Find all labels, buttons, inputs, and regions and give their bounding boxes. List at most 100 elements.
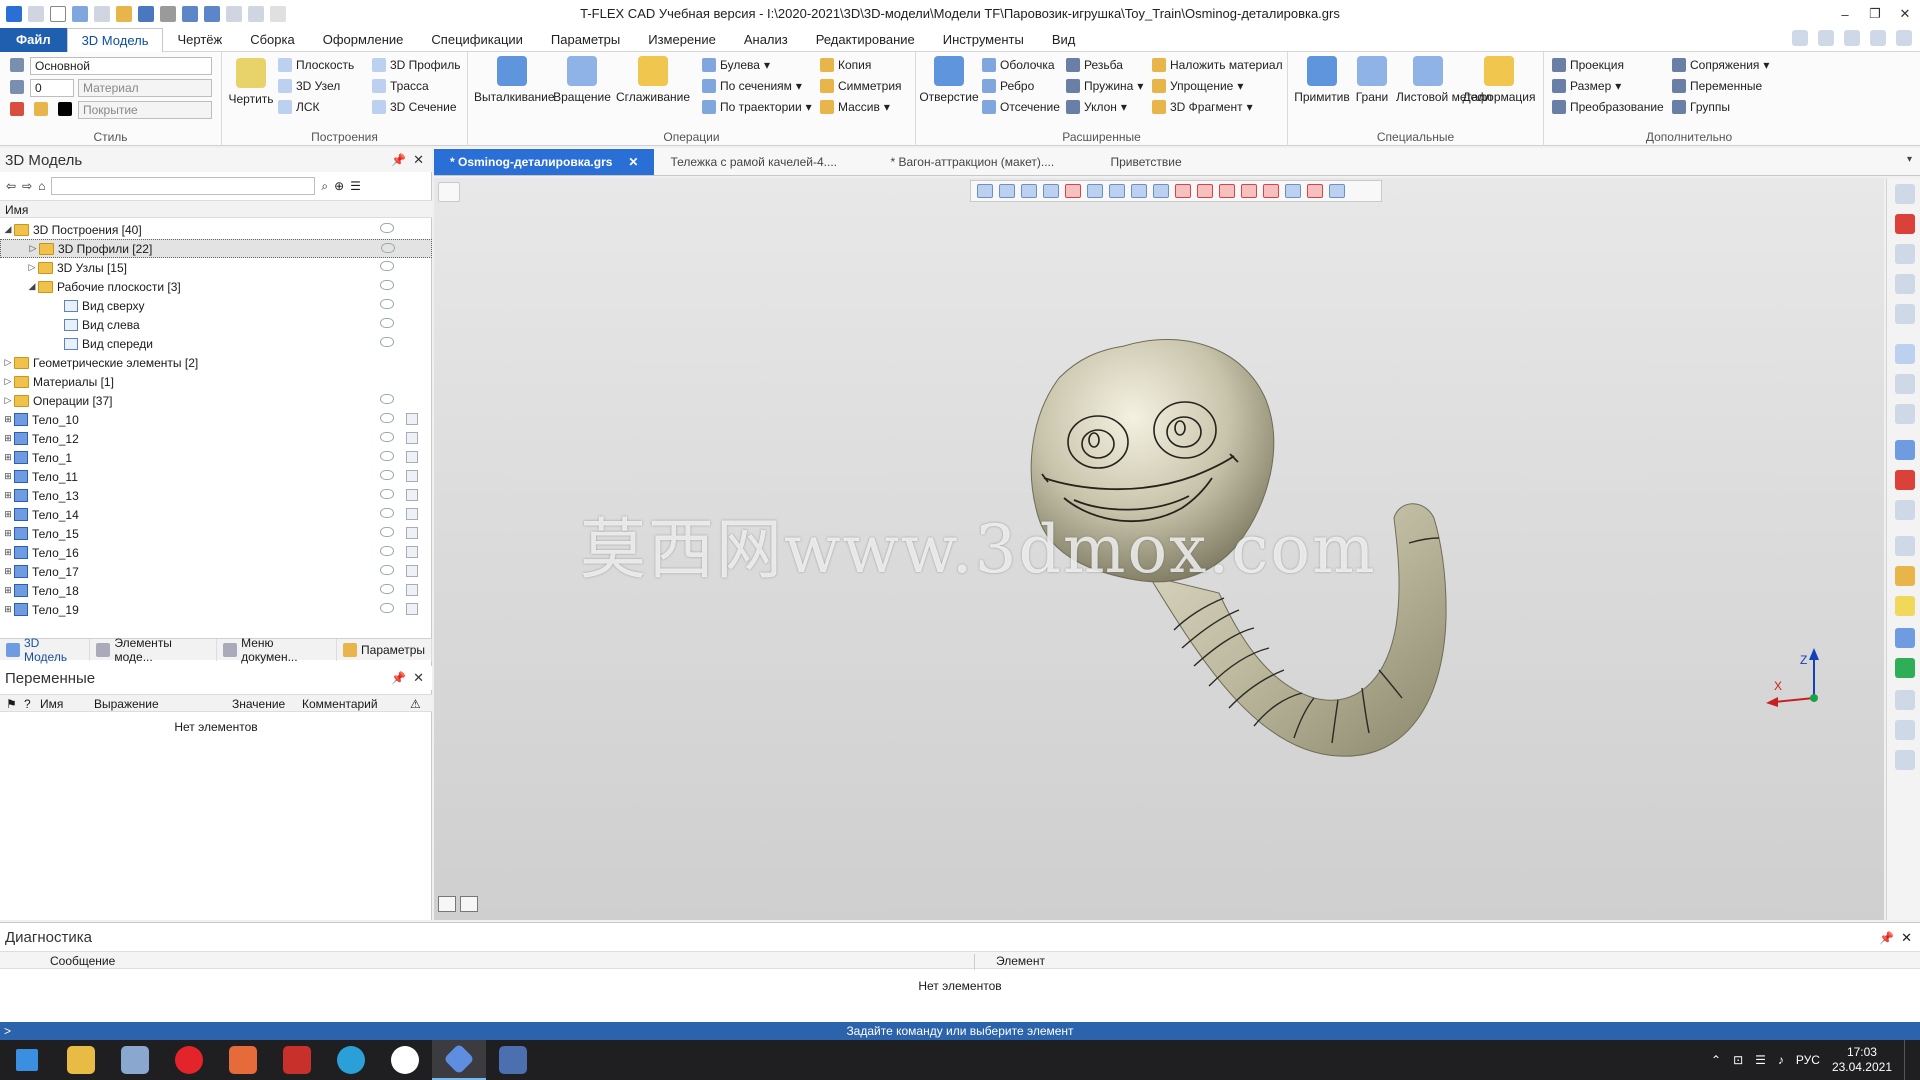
- taskbar-tflex-docs[interactable]: [486, 1040, 540, 1080]
- copy-icon[interactable]: [406, 527, 418, 539]
- visibility-eye-icon[interactable]: [380, 451, 394, 461]
- cursor-icon[interactable]: [248, 6, 264, 22]
- search-icon[interactable]: ⌕: [321, 179, 328, 194]
- visibility-eye-icon[interactable]: [380, 432, 394, 442]
- pin-icon[interactable]: 📌: [391, 671, 406, 685]
- tree-node-body[interactable]: ⊞ Тело_18: [0, 581, 432, 600]
- spring-button[interactable]: Пружина ▾: [1066, 79, 1143, 93]
- tree-node[interactable]: Вид слева: [0, 315, 432, 334]
- tree-node[interactable]: Вид спереди: [0, 334, 432, 353]
- copy-icon[interactable]: [406, 432, 418, 444]
- visibility-eye-icon[interactable]: [380, 584, 394, 594]
- tab-measure[interactable]: Измерение: [634, 28, 730, 52]
- visibility-eye-icon[interactable]: [380, 261, 394, 271]
- tree-node-body[interactable]: ⊞ Тело_15: [0, 524, 432, 543]
- stereo-view-icon[interactable]: [1895, 344, 1915, 364]
- copy-icon[interactable]: [406, 584, 418, 596]
- expand-icon[interactable]: ⊞: [2, 414, 14, 425]
- expand-icon[interactable]: ⊞: [2, 547, 14, 558]
- fillet-button[interactable]: Сглаживание: [614, 56, 692, 104]
- dimension-button[interactable]: Размер ▾: [1552, 79, 1621, 93]
- settings-gear-icon[interactable]: [1844, 30, 1860, 46]
- file-menu[interactable]: Файл: [0, 27, 67, 52]
- visibility-eye-icon[interactable]: [380, 603, 394, 613]
- tab-parameters[interactable]: Параметры: [537, 28, 634, 52]
- wifi-icon[interactable]: ☰: [1755, 1053, 1766, 1067]
- hole-button[interactable]: Отверстие: [918, 56, 980, 104]
- expand-icon[interactable]: ▷: [2, 376, 14, 387]
- tree-node-body[interactable]: ⊞ Тело_11: [0, 467, 432, 486]
- expand-icon[interactable]: ⊞: [2, 585, 14, 596]
- tabs-overflow-chevron-icon[interactable]: ▾: [1907, 154, 1912, 165]
- symmetry-button[interactable]: Симметрия: [820, 79, 902, 93]
- primitive-button[interactable]: Примитив: [1294, 56, 1350, 104]
- tab-drawing[interactable]: Чертёж: [163, 28, 236, 52]
- visibility-eye-icon[interactable]: [380, 565, 394, 575]
- close-icon[interactable]: ✕: [413, 152, 424, 168]
- close-icon[interactable]: ✕: [413, 670, 424, 686]
- zoom-fit-icon[interactable]: [1895, 304, 1915, 324]
- menu-icon[interactable]: [28, 6, 44, 22]
- check-double-icon[interactable]: [1895, 470, 1915, 490]
- simplify-button[interactable]: Упрощение ▾: [1152, 79, 1243, 93]
- tab-editing[interactable]: Редактирование: [802, 28, 929, 52]
- 3d-profile-button[interactable]: 3D Профиль: [372, 58, 460, 72]
- print-icon[interactable]: [160, 6, 176, 22]
- coating-select[interactable]: Покрытие: [78, 101, 212, 119]
- green-body-icon[interactable]: [1895, 658, 1915, 678]
- tree-node[interactable]: Вид сверху: [0, 296, 432, 315]
- volume-icon[interactable]: ♪: [1778, 1053, 1784, 1067]
- glasses-icon[interactable]: [1895, 374, 1915, 394]
- draft-button[interactable]: Уклон ▾: [1066, 100, 1127, 114]
- tab-tools[interactable]: Инструменты: [929, 28, 1038, 52]
- revolve-button[interactable]: Вращение: [552, 56, 612, 104]
- collapse-icon[interactable]: ◢: [26, 281, 38, 292]
- copy-icon[interactable]: [406, 603, 418, 615]
- customize-icon[interactable]: [270, 6, 286, 22]
- tab-annotation[interactable]: Оформление: [309, 28, 418, 52]
- cut-button[interactable]: Отсечение: [982, 100, 1060, 114]
- projection-button[interactable]: Проекция: [1552, 58, 1624, 72]
- camera-icon[interactable]: [1895, 690, 1915, 710]
- layer-select[interactable]: Основной: [30, 57, 212, 75]
- start-button[interactable]: [0, 1040, 54, 1080]
- shell-button[interactable]: Оболочка: [982, 58, 1055, 72]
- zoom-icon[interactable]: [1895, 244, 1915, 264]
- expand-icon[interactable]: ⊞: [2, 528, 14, 539]
- panel-tab-parameters[interactable]: Параметры: [337, 638, 432, 661]
- visibility-eye-icon[interactable]: [380, 318, 394, 328]
- undo-icon[interactable]: [182, 6, 198, 22]
- draw-button[interactable]: Чертить: [228, 58, 274, 106]
- sheet-metal-button[interactable]: Листовой металл: [1396, 56, 1492, 104]
- thread-button[interactable]: Резьба: [1066, 58, 1123, 72]
- close-tab-icon[interactable]: ✕: [628, 155, 638, 169]
- apply-material-button[interactable]: Наложить материал: [1152, 58, 1283, 72]
- sphere-material-icon[interactable]: [1895, 566, 1915, 586]
- visibility-eye-icon[interactable]: [380, 527, 394, 537]
- tab-3d-model[interactable]: 3D Модель: [66, 27, 164, 52]
- tree-node[interactable]: ◢ Рабочие плоскости [3]: [0, 277, 432, 296]
- tab-assembly[interactable]: Сборка: [236, 28, 309, 52]
- tab-analysis[interactable]: Анализ: [730, 28, 802, 52]
- copy-icon[interactable]: [406, 451, 418, 463]
- expand-icon[interactable]: ⊞: [2, 490, 14, 501]
- panel-tab-document-menu[interactable]: Меню докумен...: [217, 636, 338, 664]
- tree-node-body[interactable]: ⊞ Тело_1: [0, 448, 432, 467]
- target-icon[interactable]: ⊕: [334, 179, 344, 193]
- copy-icon[interactable]: [406, 470, 418, 482]
- wireframe-cube-icon[interactable]: [1895, 536, 1915, 556]
- taskbar-yandex[interactable]: [378, 1040, 432, 1080]
- visibility-eye-icon[interactable]: [380, 280, 394, 290]
- doc-tab-osminog[interactable]: * Osminog-деталировка.grs ✕: [434, 149, 655, 175]
- taskbar-app-document[interactable]: [108, 1040, 162, 1080]
- panel-tab-3d-model[interactable]: 3D Модель: [0, 636, 91, 664]
- visibility-eye-icon[interactable]: [380, 413, 394, 423]
- level-stepper[interactable]: 0: [30, 79, 74, 97]
- expand-icon[interactable]: ▷: [2, 395, 14, 406]
- visibility-eye-icon[interactable]: [380, 299, 394, 309]
- copy-icon[interactable]: [406, 413, 418, 425]
- list-options-icon[interactable]: ☰: [350, 179, 361, 193]
- variables-button[interactable]: Переменные: [1672, 79, 1762, 93]
- visibility-eye-icon[interactable]: [380, 394, 394, 404]
- 3d-section-button[interactable]: 3D Сечение: [372, 100, 457, 114]
